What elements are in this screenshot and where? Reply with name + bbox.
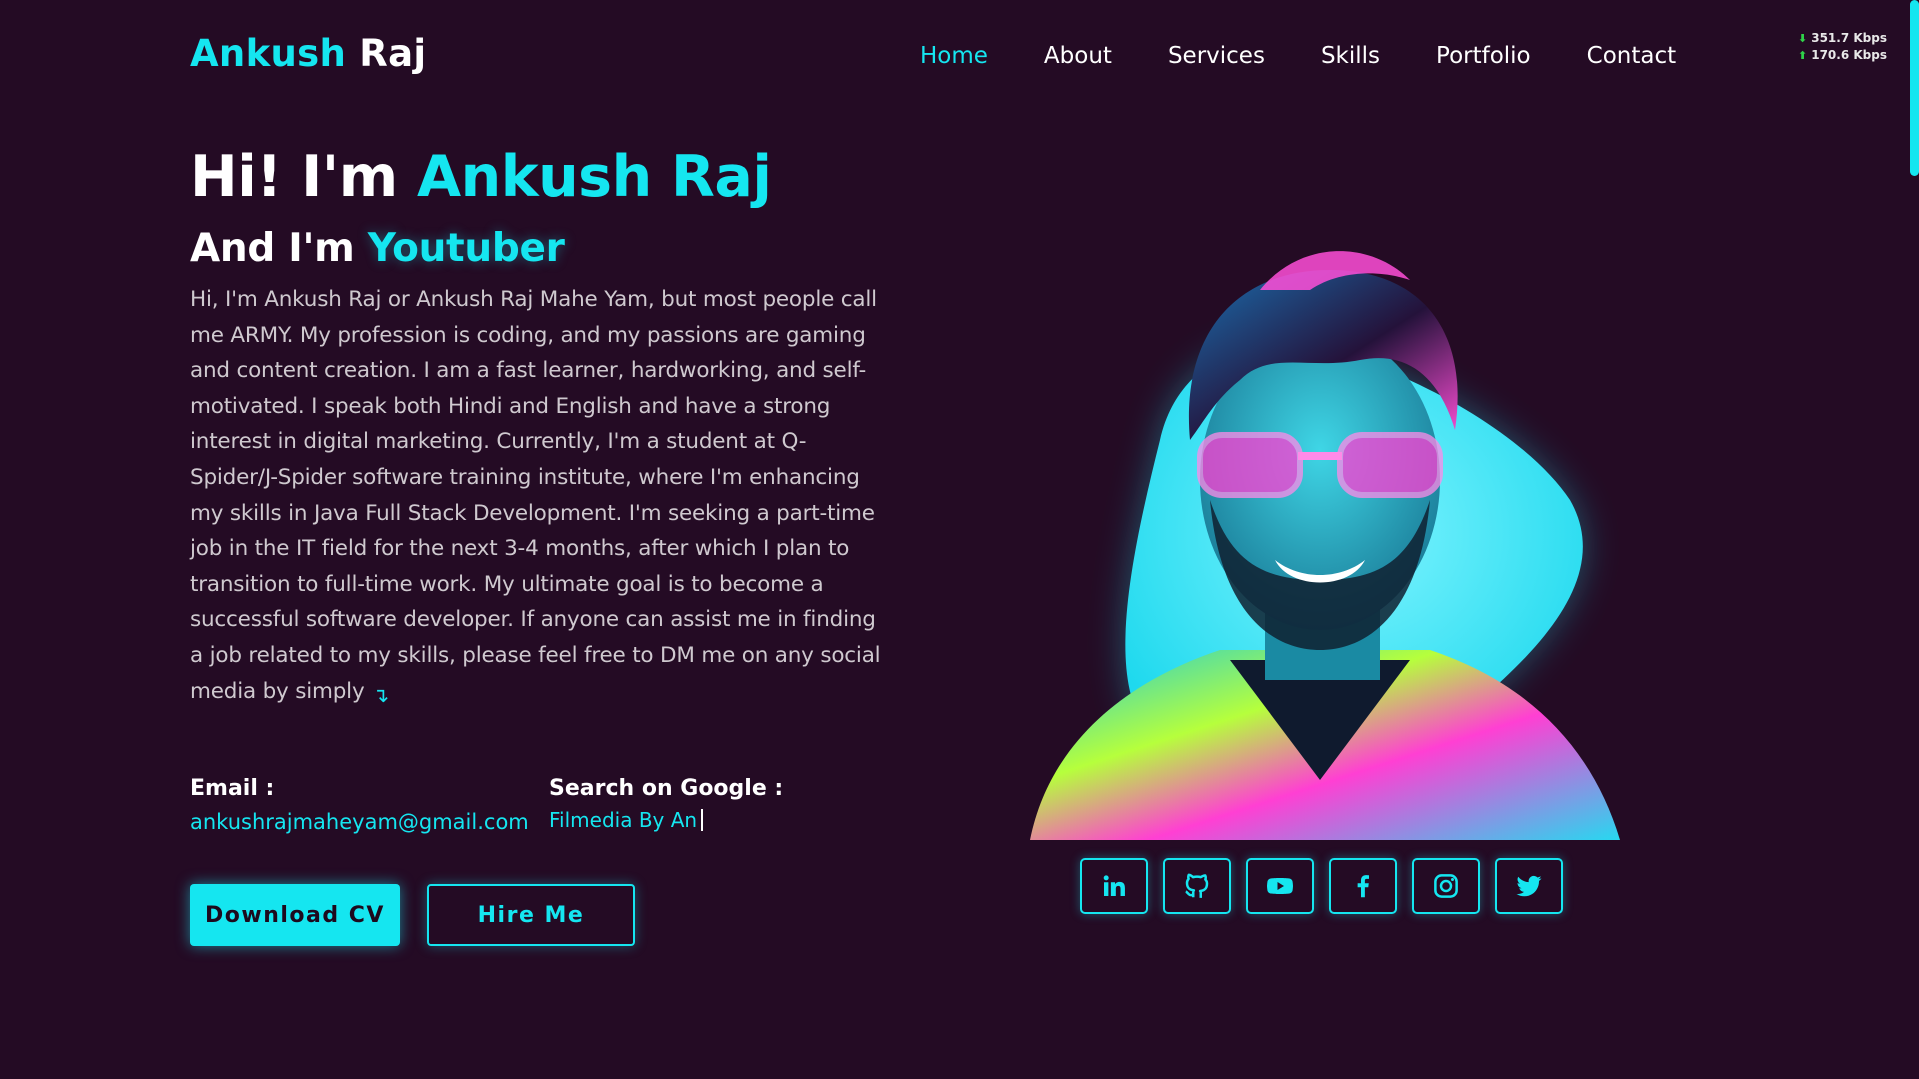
logo-first-name: Ankush: [190, 32, 347, 75]
typing-cursor: [701, 809, 704, 831]
social-links: [1080, 858, 1563, 914]
email-link[interactable]: ankushrajmaheyam@gmail.com: [190, 810, 529, 834]
hero-name: Ankush Raj: [417, 144, 772, 210]
site-logo[interactable]: Ankush Raj: [190, 32, 426, 75]
hero-greeting: Hi! I'm: [190, 144, 398, 210]
google-search-text: Filmedia By An: [549, 808, 698, 832]
hero-title: Hi! I'm Ankush Raj: [190, 144, 772, 210]
youtube-icon[interactable]: [1246, 858, 1314, 914]
download-speed: ⬇ 351.7 Kbps: [1798, 31, 1887, 45]
email-label: Email :: [190, 776, 275, 801]
nav-about[interactable]: About: [1044, 43, 1112, 69]
page: Ankush Raj Home About Services Skills Po…: [0, 0, 1919, 1079]
profile-portrait-image: [1030, 251, 1620, 840]
arrow-down-right-icon[interactable]: ↴: [372, 678, 389, 714]
hero-role-text: Youtuber: [367, 226, 565, 271]
facebook-icon[interactable]: [1329, 858, 1397, 914]
nav-home[interactable]: Home: [920, 43, 988, 69]
upload-arrow-icon: ⬆: [1798, 49, 1808, 62]
download-cv-button[interactable]: Download CV: [190, 884, 400, 946]
main-nav: Home About Services Skills Portfolio Con…: [920, 40, 1676, 72]
google-search-label: Search on Google :: [549, 776, 784, 801]
upload-speed: ⬆ 170.6 Kbps: [1798, 48, 1887, 62]
google-search-typing: Filmedia By An: [549, 808, 704, 832]
network-speed-widget: ⬇ 351.7 Kbps ⬆ 170.6 Kbps: [1798, 30, 1887, 64]
page-scrollbar[interactable]: [1909, 0, 1919, 1079]
twitter-icon[interactable]: [1495, 858, 1563, 914]
logo-last-name: Raj: [359, 32, 427, 75]
scrollbar-thumb[interactable]: [1910, 0, 1919, 176]
bio-text: Hi, I'm Ankush Raj or Ankush Raj Mahe Ya…: [190, 287, 881, 704]
nav-services[interactable]: Services: [1168, 43, 1265, 69]
nav-portfolio[interactable]: Portfolio: [1436, 43, 1531, 69]
linkedin-icon[interactable]: [1080, 858, 1148, 914]
nav-contact[interactable]: Contact: [1587, 43, 1676, 69]
download-arrow-icon: ⬇: [1798, 32, 1808, 45]
github-icon[interactable]: [1163, 858, 1231, 914]
hire-me-button[interactable]: Hire Me: [427, 884, 635, 946]
instagram-icon[interactable]: [1412, 858, 1480, 914]
nav-skills[interactable]: Skills: [1321, 43, 1380, 69]
hero-role: And I'm Youtuber: [190, 226, 565, 271]
hero-role-prefix: And I'm: [190, 226, 355, 271]
hero-bio: Hi, I'm Ankush Raj or Ankush Raj Mahe Ya…: [190, 282, 890, 713]
